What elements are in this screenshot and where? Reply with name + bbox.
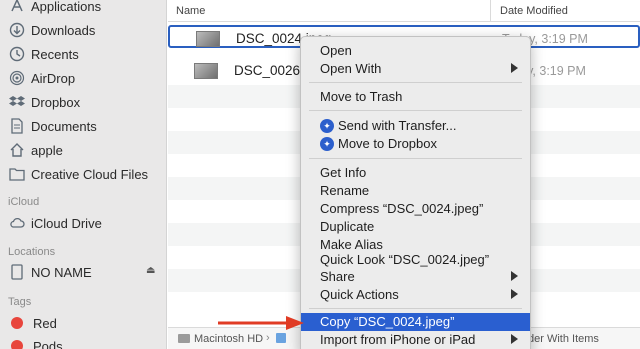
path-item-macintosh-hd[interactable]: Macintosh HD — [194, 333, 263, 345]
menu-item-label: Compress “DSC_0024.jpeg” — [320, 201, 484, 216]
menu-item-compress[interactable]: Compress “DSC_0024.jpeg” — [301, 200, 530, 218]
menu-item-label: Quick Actions — [320, 287, 399, 302]
menu-item-move-to-dropbox[interactable]: ✦ Move to Dropbox — [301, 135, 530, 153]
menu-divider — [309, 308, 522, 309]
menu-item-label: Send with Transfer... — [338, 118, 457, 133]
dropbox-icon: ✦ — [320, 137, 334, 151]
sidebar-item-no-name[interactable]: NO NAME — [8, 262, 92, 282]
sidebar-item-label: Dropbox — [31, 94, 81, 110]
image-thumbnail-icon — [194, 63, 218, 79]
sidebar-item-recents[interactable]: Recents — [8, 44, 79, 64]
menu-divider — [309, 158, 522, 159]
menu-item-label: Open With — [320, 61, 382, 76]
menu-item-quick-actions[interactable]: Quick Actions — [301, 286, 530, 304]
sidebar-item-applications[interactable]: Applications — [8, 0, 101, 16]
menu-item-label: Import from iPhone or iPad — [320, 332, 476, 347]
sidebar-heading-tags: Tags — [8, 296, 32, 308]
sidebar-item-label: Pods — [33, 338, 63, 349]
sidebar-item-downloads[interactable]: Downloads — [8, 20, 95, 40]
menu-item-label: Quick Look “DSC_0024.jpeg” — [320, 252, 490, 267]
menu-item-label: Move to Dropbox — [338, 136, 437, 151]
menu-item-copy[interactable]: Copy “DSC_0024.jpeg” — [301, 313, 530, 331]
menu-item-open[interactable]: Open — [301, 42, 530, 60]
menu-item-open-with[interactable]: Open With — [301, 60, 530, 78]
sidebar-item-label: Documents — [31, 118, 97, 134]
menu-item-label: Move to Trash — [320, 89, 403, 104]
chevron-right-icon — [511, 63, 518, 73]
sidebar-item-icloud-drive[interactable]: iCloud Drive — [8, 213, 102, 233]
menu-item-label: Get Info — [320, 165, 367, 180]
sidebar-item-label: AirDrop — [31, 70, 76, 86]
cloud-icon — [8, 215, 26, 231]
tag-color-dot — [11, 317, 23, 329]
documents-icon — [8, 118, 26, 134]
column-header: Name Date Modified — [168, 0, 640, 22]
annotation-arrow-icon — [218, 316, 304, 330]
sidebar-item-label: Creative Cloud Files — [31, 166, 149, 182]
menu-item-rename[interactable]: Rename — [301, 182, 530, 200]
hard-drive-icon — [178, 334, 190, 343]
column-divider[interactable] — [490, 0, 491, 22]
status-text: der With Items — [528, 333, 599, 345]
sidebar-item-label: Downloads — [31, 22, 96, 38]
airdrop-icon — [8, 70, 26, 86]
sidebar-item-creative-cloud-files[interactable]: Creative Cloud Files — [8, 164, 148, 184]
column-date-header[interactable]: Date Modified — [500, 5, 568, 17]
recents-icon — [8, 46, 26, 62]
sidebar-item-label: Recents — [31, 46, 79, 62]
drive-icon — [8, 264, 26, 280]
chevron-right-icon — [511, 271, 518, 281]
menu-item-label: Copy “DSC_0024.jpeg” — [320, 314, 455, 329]
menu-item-label: Open — [320, 43, 352, 58]
chevron-right-icon — [511, 334, 518, 344]
menu-item-label: Rename — [320, 183, 370, 198]
tag-color-dot — [11, 340, 23, 349]
folder-icon[interactable] — [276, 333, 286, 343]
menu-item-duplicate[interactable]: Duplicate — [301, 218, 530, 236]
menu-item-get-info[interactable]: Get Info — [301, 164, 530, 182]
image-thumbnail-icon — [196, 31, 220, 47]
sidebar-item-apple[interactable]: apple — [8, 140, 63, 160]
sidebar-item-label: iCloud Drive — [31, 215, 102, 231]
menu-item-import-from-iphone[interactable]: Import from iPhone or iPad — [301, 331, 530, 349]
sidebar-heading-locations: Locations — [8, 246, 56, 258]
chevron-right-icon — [511, 289, 518, 299]
context-menu: Open Open With Move to Trash ✦ Send with … — [300, 36, 531, 349]
menu-item-label: Duplicate — [320, 219, 375, 234]
sidebar-item-documents[interactable]: Documents — [8, 116, 97, 136]
sidebar-item-label: NO NAME — [31, 264, 92, 280]
sidebar-item-tag-pods[interactable]: Pods — [8, 336, 63, 349]
sidebar-item-label: Red — [33, 315, 57, 331]
dropbox-icon — [8, 94, 26, 110]
menu-divider — [309, 110, 522, 111]
menu-item-move-to-trash[interactable]: Move to Trash — [301, 88, 530, 106]
eject-icon[interactable]: ⏏ — [146, 265, 155, 276]
path-separator: › — [266, 332, 270, 344]
menu-item-share[interactable]: Share — [301, 268, 530, 286]
menu-item-label: Share — [320, 269, 355, 284]
dropbox-icon: ✦ — [320, 119, 334, 133]
menu-item-quick-look[interactable]: Quick Look “DSC_0024.jpeg” — [301, 251, 530, 269]
sidebar-item-dropbox[interactable]: Dropbox — [8, 92, 80, 112]
menu-divider — [309, 82, 522, 83]
applications-icon — [8, 0, 26, 14]
sidebar-heading-icloud: iCloud — [8, 196, 40, 208]
sidebar: Applications Downloads Recents AirDrop D… — [0, 0, 167, 349]
downloads-icon — [8, 22, 26, 38]
sidebar-item-tag-red[interactable]: Red — [8, 313, 57, 333]
menu-item-send-with-transfer[interactable]: ✦ Send with Transfer... — [301, 117, 530, 135]
sidebar-item-label: apple — [31, 142, 63, 158]
column-name-header[interactable]: Name — [176, 5, 205, 17]
sidebar-item-airdrop[interactable]: AirDrop — [8, 68, 75, 88]
sidebar-item-label: Applications — [31, 0, 102, 14]
folder-icon — [8, 166, 26, 182]
home-icon — [8, 142, 26, 158]
menu-item-label: Make Alias — [320, 237, 383, 252]
